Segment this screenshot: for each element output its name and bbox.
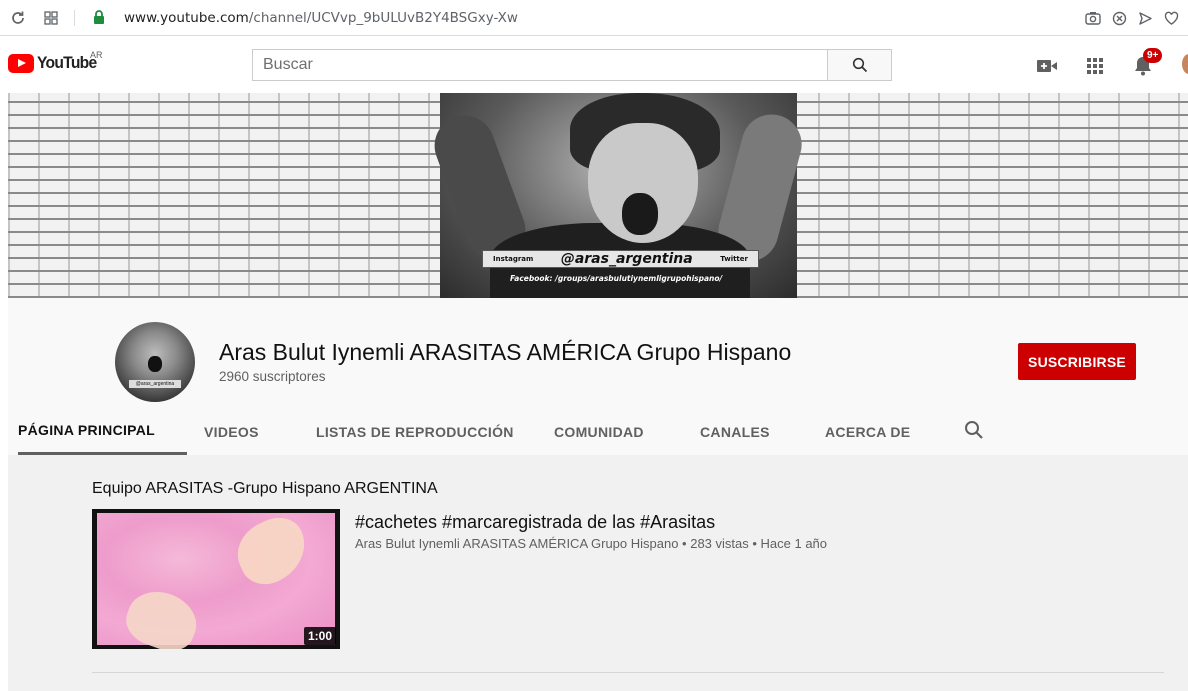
video-meta: Aras Bulut Iynemli ARASITAS AMÉRICA Grup… [355,536,828,551]
channel-avatar-label: @aras_argentina [129,380,181,388]
search-button[interactable] [827,49,892,81]
lock-icon[interactable] [92,9,106,30]
youtube-logo[interactable]: YouTube AR [8,50,103,73]
tab-community[interactable]: COMUNIDAD [554,408,644,455]
channel-avatar[interactable]: @aras_argentina [115,322,195,402]
block-icon[interactable] [1110,9,1128,27]
camera-icon[interactable] [1084,9,1102,27]
tab-videos[interactable]: VIDEOS [204,408,259,455]
banner-social-strip: Instagram @aras_argentina Twitter [482,250,759,268]
channel-banner: Instagram @aras_argentina Twitter Facebo… [8,93,1188,298]
thumbnail-shape-2 [119,582,205,649]
account-avatar[interactable] [1182,54,1188,74]
banner-photo-mouth [622,193,658,235]
address-bar-url[interactable]: www.youtube.com/channel/UCVvp_9bULUvB2Y4… [124,10,518,26]
video-duration: 1:00 [303,627,336,645]
channel-content: Equipo ARASITAS -Grupo Hispano ARGENTINA… [8,455,1188,691]
channel-avatar-mouth [148,356,162,372]
banner-instagram-label: Instagram [493,255,534,263]
thumbnail-image [97,509,335,649]
thumbnail-shape-1 [227,509,317,593]
video-thumbnail[interactable]: 1:00 [92,509,340,649]
shelf-title[interactable]: Equipo ARASITAS -Grupo Hispano ARGENTINA [92,480,438,498]
tab-about[interactable]: ACERCA DE [825,408,910,455]
browser-toolbar: www.youtube.com/channel/UCVvp_9bULUvB2Y4… [0,0,1188,36]
tab-home[interactable]: PÁGINA PRINCIPAL [18,408,188,455]
search-box [252,49,828,81]
youtube-logo-text: YouTube [37,53,97,72]
notification-count-badge: 9+ [1143,48,1163,63]
banner-handle: @aras_argentina [560,251,693,267]
channel-tabs: PÁGINA PRINCIPAL VIDEOS LISTAS DE REPROD… [8,408,1188,455]
subscribe-button[interactable]: SUSCRIBIRSE [1018,343,1136,380]
shelf-divider [92,672,1164,673]
country-code: AR [90,50,103,60]
youtube-play-icon [8,53,34,73]
video-title[interactable]: #cachetes #marcaregistrada de las #Arasi… [355,512,715,533]
search-input[interactable] [253,50,828,80]
url-host: www.youtube.com [124,10,249,26]
reload-icon[interactable] [8,8,28,28]
tab-channels[interactable]: CANALES [700,408,770,455]
subscriber-count: 2960 suscriptores [219,369,326,384]
apps-grid-icon[interactable] [41,8,61,28]
notifications-bell-icon[interactable]: 9+ [1131,48,1163,78]
create-video-icon[interactable] [1035,54,1059,78]
youtube-masthead: YouTube AR 9+ [0,36,1188,92]
channel-name: Aras Bulut Iynemli ARASITAS AMÉRICA Grup… [219,339,792,365]
url-path: /channel/UCVvp_9bULUvB2Y4BSGxy-Xw [248,10,518,26]
send-icon[interactable] [1136,9,1154,27]
banner-facebook-line: Facebook: /groups/arasbulutiynemligrupoh… [510,274,723,283]
tab-playlists[interactable]: LISTAS DE REPRODUCCIÓN [316,408,514,455]
toolbar-divider [74,10,75,26]
apps-icon[interactable] [1083,54,1107,78]
channel-header: @aras_argentina Aras Bulut Iynemli ARASI… [8,298,1188,455]
browser-actions [1084,9,1180,27]
heart-icon[interactable] [1162,9,1180,27]
search-icon [852,57,867,73]
banner-twitter-label: Twitter [720,255,748,263]
channel-search-icon[interactable] [964,420,988,444]
